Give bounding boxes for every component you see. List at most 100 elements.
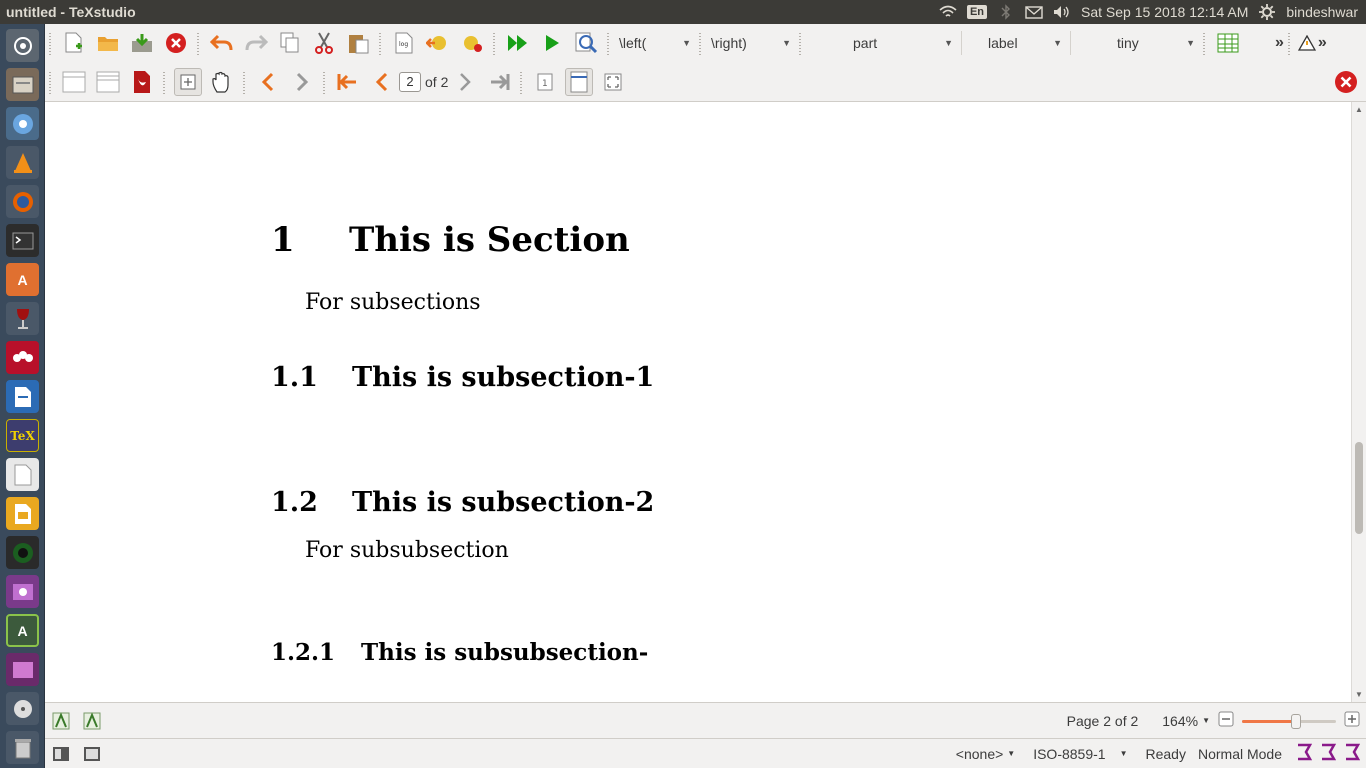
trash-icon[interactable] bbox=[6, 731, 39, 764]
zoom-out-icon[interactable] bbox=[1218, 711, 1234, 730]
right-delimiter-combo[interactable]: \right) ▼ bbox=[707, 30, 795, 56]
text-editor-icon[interactable] bbox=[6, 458, 39, 491]
zoom-in-icon[interactable] bbox=[1344, 711, 1360, 730]
structure-panel-icon[interactable] bbox=[47, 740, 75, 768]
toolbar-overflow-button[interactable]: » bbox=[1275, 34, 1284, 52]
open-file-icon[interactable] bbox=[94, 29, 122, 57]
external-viewer-icon[interactable] bbox=[128, 68, 156, 96]
screenshot-icon[interactable] bbox=[6, 575, 39, 608]
previous-page-icon[interactable] bbox=[368, 68, 396, 96]
zoom-slider[interactable] bbox=[1242, 713, 1336, 729]
messages-panel-icon[interactable] bbox=[78, 740, 106, 768]
chromium-icon[interactable] bbox=[6, 107, 39, 140]
new-file-icon[interactable] bbox=[60, 29, 88, 57]
latex-mode-icon-2[interactable] bbox=[1320, 743, 1337, 764]
wifi-icon[interactable] bbox=[939, 4, 957, 20]
keyboard-language[interactable]: En bbox=[966, 5, 988, 19]
chevron-down-icon[interactable]: ▼ bbox=[1120, 749, 1128, 758]
paste-icon[interactable] bbox=[344, 29, 372, 57]
toolbar-grip[interactable] bbox=[379, 31, 381, 55]
updater-icon[interactable]: A bbox=[6, 614, 39, 647]
mendeley-icon[interactable] bbox=[6, 341, 39, 374]
toolbar-grip[interactable] bbox=[197, 31, 199, 55]
toolbar-grip[interactable] bbox=[163, 69, 165, 94]
label-combo[interactable]: label ▼ bbox=[966, 30, 1066, 56]
magnifier-tool-icon[interactable] bbox=[174, 67, 202, 96]
sync-from-source-icon[interactable] bbox=[47, 707, 75, 735]
scroll-down-icon[interactable]: ▼ bbox=[1355, 690, 1363, 699]
scrollbar-thumb[interactable] bbox=[1355, 442, 1363, 534]
files-icon[interactable] bbox=[6, 68, 39, 101]
cut-icon[interactable] bbox=[310, 29, 338, 57]
mail-icon[interactable] bbox=[1025, 4, 1043, 20]
structure-combo[interactable]: part ▼ bbox=[807, 30, 957, 56]
chevron-down-icon[interactable]: ▼ bbox=[1007, 749, 1015, 758]
toolbar-grip[interactable] bbox=[520, 69, 523, 94]
encoding-selector[interactable]: ISO-8859-1 bbox=[1033, 746, 1105, 762]
toolbar-grip[interactable] bbox=[607, 31, 609, 55]
embed-layout-icon[interactable] bbox=[94, 68, 122, 96]
continuous-page-icon[interactable] bbox=[565, 67, 594, 96]
fit-window-icon[interactable] bbox=[599, 68, 627, 96]
firefox-icon[interactable] bbox=[6, 185, 39, 218]
zoom-level[interactable]: 164% bbox=[1162, 713, 1198, 729]
previous-view-icon[interactable] bbox=[254, 68, 282, 96]
workspace-icon[interactable] bbox=[6, 653, 39, 686]
gear-icon[interactable] bbox=[1258, 4, 1276, 20]
scroll-up-icon[interactable]: ▲ bbox=[1355, 105, 1363, 114]
copy-icon[interactable] bbox=[276, 29, 304, 57]
size-combo[interactable]: tiny ▼ bbox=[1075, 30, 1199, 56]
software-center-icon[interactable]: A bbox=[6, 263, 39, 296]
clock[interactable]: Sat Sep 15 2018 12:14 AM bbox=[1081, 4, 1248, 20]
toolbar-grip[interactable] bbox=[323, 69, 325, 94]
toolbar-grip[interactable] bbox=[1287, 31, 1290, 55]
redo-icon[interactable] bbox=[242, 29, 270, 57]
left-delimiter-combo[interactable]: \left(▼ bbox=[615, 30, 695, 56]
toolbar-grip[interactable] bbox=[49, 69, 51, 94]
terminal-icon[interactable] bbox=[6, 224, 39, 257]
undo-icon[interactable] bbox=[208, 29, 236, 57]
writer-icon[interactable] bbox=[6, 380, 39, 413]
close-file-icon[interactable] bbox=[162, 29, 190, 57]
latex-mode-icon-3[interactable] bbox=[1344, 743, 1361, 764]
toolbar-overflow-button-2[interactable]: » bbox=[1318, 34, 1327, 52]
language-selector[interactable]: <none> bbox=[956, 746, 1004, 762]
vlc-icon[interactable] bbox=[6, 146, 39, 179]
dvd-icon[interactable] bbox=[6, 692, 39, 725]
sync-to-source-icon[interactable] bbox=[78, 707, 106, 735]
pdf-viewer[interactable]: 1 This is Section For subsections 1.1 This… bbox=[45, 102, 1351, 702]
compile-icon[interactable] bbox=[538, 29, 566, 57]
toolbar-grip[interactable] bbox=[49, 31, 51, 55]
table-icon[interactable] bbox=[1214, 29, 1242, 57]
impress-icon[interactable] bbox=[6, 497, 39, 530]
hand-tool-icon[interactable] bbox=[208, 68, 236, 96]
texstudio-icon[interactable]: TeX bbox=[6, 419, 39, 452]
next-mark-icon[interactable] bbox=[458, 29, 486, 57]
window-layout-icon[interactable] bbox=[60, 68, 88, 96]
next-page-icon[interactable] bbox=[451, 68, 479, 96]
user-name[interactable]: bindeshwar bbox=[1286, 4, 1358, 20]
toolbar-grip[interactable] bbox=[243, 69, 245, 94]
previous-mark-icon[interactable] bbox=[424, 29, 452, 57]
next-view-icon[interactable] bbox=[288, 68, 316, 96]
bluetooth-icon[interactable] bbox=[997, 4, 1015, 20]
single-page-icon[interactable]: 1 bbox=[531, 68, 559, 96]
vertical-scrollbar[interactable]: ▲ ▼ bbox=[1351, 102, 1366, 702]
volume-icon[interactable] bbox=[1053, 4, 1071, 20]
toolbar-grip[interactable] bbox=[1203, 31, 1205, 55]
close-viewer-icon[interactable] bbox=[1332, 68, 1360, 96]
chevron-down-icon[interactable]: ▼ bbox=[1202, 716, 1210, 725]
log-icon[interactable]: log bbox=[390, 29, 418, 57]
page-number-input[interactable]: 2 bbox=[399, 71, 421, 92]
camera-icon[interactable] bbox=[6, 536, 39, 569]
toolbar-grip[interactable] bbox=[493, 31, 495, 55]
view-pdf-icon[interactable] bbox=[572, 29, 600, 57]
dash-icon[interactable] bbox=[6, 29, 39, 62]
build-view-icon[interactable] bbox=[504, 29, 532, 57]
save-icon[interactable] bbox=[128, 29, 156, 57]
wine-icon[interactable] bbox=[6, 302, 39, 335]
warning-icon[interactable] bbox=[1297, 29, 1317, 57]
zoom-slider-handle[interactable] bbox=[1291, 713, 1301, 729]
last-page-icon[interactable] bbox=[485, 68, 513, 96]
toolbar-grip[interactable] bbox=[699, 31, 701, 55]
